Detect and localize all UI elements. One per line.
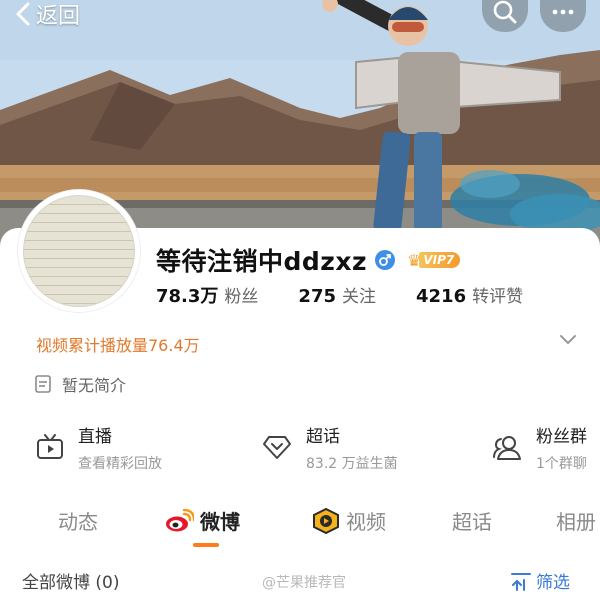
diamond-icon bbox=[263, 436, 291, 459]
filter-label: 筛选 bbox=[536, 573, 570, 593]
weibo-icon bbox=[166, 508, 194, 531]
more-icon bbox=[552, 9, 574, 15]
service-live-title: 直播 bbox=[78, 427, 112, 447]
fans-label: 粉丝 bbox=[224, 287, 259, 307]
active-tab-indicator bbox=[193, 543, 219, 547]
all-weibo-dropdown[interactable]: 全部微博 (0) bbox=[22, 568, 119, 593]
profile-tabs: 动态 微博 视频 超话 相册 bbox=[0, 500, 600, 544]
service-supertopic-title: 超话 bbox=[306, 427, 340, 447]
fans-count: 78.3万 bbox=[156, 286, 219, 307]
tab-weibo[interactable]: 微博 bbox=[164, 506, 240, 535]
bio-row[interactable]: 暂无简介 bbox=[34, 372, 126, 396]
service-live-subtitle: 查看精彩回放 bbox=[78, 456, 162, 472]
username: 等待注销中ddzxz bbox=[156, 247, 368, 276]
service-live[interactable]: 直播 查看精彩回放 bbox=[36, 422, 162, 473]
tab-supertopic[interactable]: 超话 bbox=[452, 506, 492, 535]
following-stat[interactable]: 275 关注 bbox=[298, 282, 376, 307]
male-gender-icon bbox=[375, 250, 396, 270]
avatar[interactable] bbox=[18, 190, 140, 312]
avatar-image bbox=[23, 195, 135, 307]
group-icon bbox=[493, 436, 521, 460]
watermark: @芒果推荐官 bbox=[262, 575, 346, 591]
likes-count: 4216 bbox=[416, 286, 467, 307]
likes-label: 转评赞 bbox=[472, 287, 524, 307]
fans-stat[interactable]: 78.3万 粉丝 bbox=[156, 282, 258, 308]
tab-weibo-label: 微博 bbox=[200, 510, 240, 534]
filter-button[interactable]: 筛选 bbox=[510, 568, 570, 593]
back-label: 返回 bbox=[36, 4, 81, 29]
back-button[interactable]: 返回 bbox=[14, 0, 81, 29]
likes-stat[interactable]: 4216 转评赞 bbox=[416, 282, 523, 307]
video-icon bbox=[313, 507, 339, 534]
tab-dynamic-label: 动态 bbox=[58, 510, 98, 534]
stats-row: 78.3万 粉丝 275 关注 4216 转评赞 bbox=[156, 282, 523, 308]
search-icon bbox=[493, 0, 517, 24]
tab-video[interactable]: 视频 bbox=[312, 506, 386, 535]
feed-header: 全部微博 (0) @芒果推荐官 筛选 bbox=[0, 562, 600, 600]
tab-album[interactable]: 相册 bbox=[556, 506, 596, 535]
vip-level: VIP7 bbox=[419, 252, 461, 268]
name-row: 等待注销中ddzxz ♛ VIP7 bbox=[156, 242, 461, 278]
service-fan-group[interactable]: 粉丝群 1个群聊 bbox=[492, 422, 587, 473]
tv-icon bbox=[37, 434, 63, 459]
video-plays-count[interactable]: 视频累计播放量76.4万 bbox=[36, 332, 200, 356]
service-supertopic[interactable]: 超话 83.2 万益生菌 bbox=[262, 422, 398, 473]
service-fan-group-subtitle: 1个群聊 bbox=[536, 456, 587, 472]
following-count: 275 bbox=[298, 286, 336, 307]
service-fan-group-title: 粉丝群 bbox=[536, 427, 587, 447]
chevron-left-icon bbox=[16, 2, 30, 26]
tab-dynamic[interactable]: 动态 bbox=[58, 506, 98, 535]
service-supertopic-subtitle: 83.2 万益生菌 bbox=[306, 456, 398, 472]
filter-icon bbox=[511, 572, 531, 591]
bio-text: 暂无简介 bbox=[62, 376, 127, 395]
following-label: 关注 bbox=[342, 287, 376, 307]
chevron-down-icon bbox=[560, 335, 576, 344]
tab-supertopic-label: 超话 bbox=[452, 510, 492, 534]
expand-profile-button[interactable] bbox=[558, 332, 578, 352]
vip-badge[interactable]: ♛ VIP7 bbox=[407, 249, 461, 271]
document-icon bbox=[35, 375, 51, 393]
tab-album-label: 相册 bbox=[556, 510, 596, 534]
tab-video-label: 视频 bbox=[346, 510, 386, 534]
